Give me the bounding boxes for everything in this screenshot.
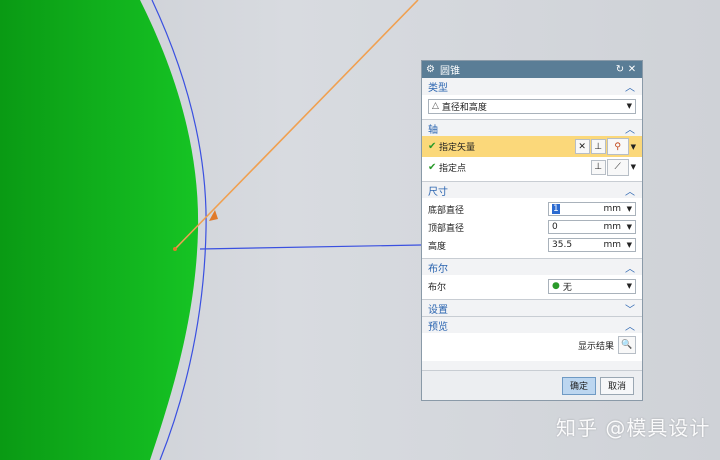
section-preview-body: 显示结果 🔍 — [422, 333, 642, 361]
dropdown-arrow-icon[interactable]: ▼ — [631, 163, 636, 171]
check-icon: ✔ — [428, 161, 437, 173]
dropdown-arrow-icon[interactable]: ▼ — [627, 223, 632, 231]
gear-icon: ⚙ — [426, 64, 435, 75]
cone-dialog: ⚙ 圆锥 ↻ ✕ 类型 ︿ △ 直径和高度 ▼ 轴 ︿ ✔ 指定矢量 ✕ ⊥ ⚲… — [421, 60, 643, 401]
chevron-up-icon[interactable]: ︿ — [624, 260, 636, 275]
section-boolean-title: 布尔 — [428, 263, 448, 275]
cancel-button[interactable]: 取消 — [599, 376, 634, 395]
boolean-select[interactable]: ● 无 ▼ — [548, 278, 636, 294]
base-diameter-value: 1 — [552, 204, 560, 214]
specify-point-row[interactable]: ✔ 指定点 ⊥ ⟋ ▼ — [428, 157, 636, 177]
height-unit: mm — [603, 240, 621, 250]
base-diameter-input[interactable]: 1 mm ▼ — [548, 202, 636, 216]
section-boolean-header[interactable]: 布尔 ︿ — [422, 258, 642, 275]
section-axis-header[interactable]: 轴 ︿ — [422, 119, 642, 136]
top-diameter-input[interactable]: 0 mm ▼ — [548, 220, 636, 234]
height-value: 35.5 — [552, 240, 573, 250]
show-result-label: 显示结果 — [577, 341, 614, 352]
dropdown-arrow-icon: ▼ — [626, 281, 632, 290]
vector-type-icon[interactable]: ⚲ — [606, 138, 629, 155]
type-select[interactable]: △ 直径和高度 ▼ — [428, 98, 636, 114]
chevron-up-icon[interactable]: ︿ — [624, 318, 636, 333]
top-diameter-value: 0 — [552, 222, 558, 232]
section-dimensions-title: 尺寸 — [428, 186, 448, 198]
top-diameter-row: 顶部直径 0 mm ▼ — [428, 218, 636, 236]
base-diameter-label: 底部直径 — [428, 205, 465, 216]
dropdown-arrow-icon[interactable]: ▼ — [627, 241, 632, 249]
height-input[interactable]: 35.5 mm ▼ — [548, 238, 636, 252]
height-row: 高度 35.5 mm ▼ — [428, 236, 636, 254]
dropdown-arrow-icon: ▼ — [626, 101, 632, 110]
ok-button[interactable]: 确定 — [561, 376, 596, 395]
section-settings-title: 设置 — [428, 304, 448, 316]
height-label: 高度 — [428, 241, 447, 252]
point-dialog-icon[interactable]: ⊥ — [590, 159, 606, 175]
dialog-footer: 确定 取消 — [422, 370, 642, 400]
base-diameter-unit: mm — [603, 204, 621, 214]
section-dimensions-body: 底部直径 1 mm ▼ 顶部直径 0 mm ▼ 高度 35.5 mm ▼ — [422, 198, 642, 258]
type-select-value: 直径和高度 — [441, 102, 487, 113]
section-boolean-body: 布尔 ● 无 ▼ — [422, 275, 642, 299]
section-type-title: 类型 — [428, 83, 448, 94]
close-icon[interactable]: ✕ — [626, 64, 638, 75]
vector-dialog-icon[interactable]: ⊥ — [590, 139, 606, 154]
section-preview-title: 预览 — [428, 321, 448, 333]
orange-axis-vector — [174, 0, 419, 250]
blue-horizontal-line — [199, 244, 422, 250]
show-result-row: 显示结果 🔍 — [428, 335, 636, 355]
dialog-title: 圆锥 — [440, 66, 460, 77]
point-type-icon[interactable]: ⟋ — [606, 158, 629, 176]
chevron-up-icon[interactable]: ︿ — [624, 183, 636, 198]
section-settings-header[interactable]: 设置 ﹀ — [422, 299, 642, 316]
green-solid-body — [0, 0, 199, 460]
chevron-down-icon[interactable]: ﹀ — [624, 301, 636, 316]
reset-icon[interactable]: ↻ — [614, 64, 626, 75]
section-type-body: △ 直径和高度 ▼ — [422, 95, 642, 119]
boolean-none-icon: ● — [552, 281, 560, 291]
section-type-header[interactable]: 类型 ︿ — [422, 78, 642, 95]
cone-type-icon: △ — [432, 101, 439, 111]
section-dimensions-header[interactable]: 尺寸 ︿ — [422, 181, 642, 198]
dropdown-arrow-icon[interactable]: ▼ — [627, 205, 632, 213]
boolean-label: 布尔 — [428, 282, 447, 293]
check-icon: ✔ — [428, 141, 437, 152]
chevron-up-icon[interactable]: ︿ — [624, 79, 636, 94]
reverse-direction-icon[interactable]: ✕ — [574, 139, 590, 154]
base-diameter-row: 底部直径 1 mm ▼ — [428, 200, 636, 218]
specify-vector-row[interactable]: ✔ 指定矢量 ✕ ⊥ ⚲ ▼ — [422, 136, 642, 157]
top-diameter-label: 顶部直径 — [428, 223, 465, 234]
specify-vector-label: 指定矢量 — [439, 143, 476, 153]
dialog-titlebar[interactable]: ⚙ 圆锥 ↻ ✕ — [422, 61, 642, 78]
section-axis-body: ✔ 指定矢量 ✕ ⊥ ⚲ ▼ ✔ 指定点 ⊥ ⟋ ▼ — [422, 136, 642, 181]
section-axis-title: 轴 — [428, 124, 438, 136]
boolean-select-value: 无 — [562, 282, 572, 293]
magnifier-icon[interactable]: 🔍 — [618, 336, 636, 354]
dropdown-arrow-icon[interactable]: ▼ — [631, 143, 636, 151]
section-preview-header[interactable]: 预览 ︿ — [422, 316, 642, 333]
axis-origin-point — [173, 247, 177, 251]
specify-point-label: 指定点 — [439, 163, 467, 174]
watermark: 知乎 @模具设计 — [556, 416, 711, 440]
boolean-row: 布尔 ● 无 ▼ — [428, 277, 636, 295]
chevron-up-icon[interactable]: ︿ — [624, 121, 636, 136]
top-diameter-unit: mm — [603, 222, 621, 232]
